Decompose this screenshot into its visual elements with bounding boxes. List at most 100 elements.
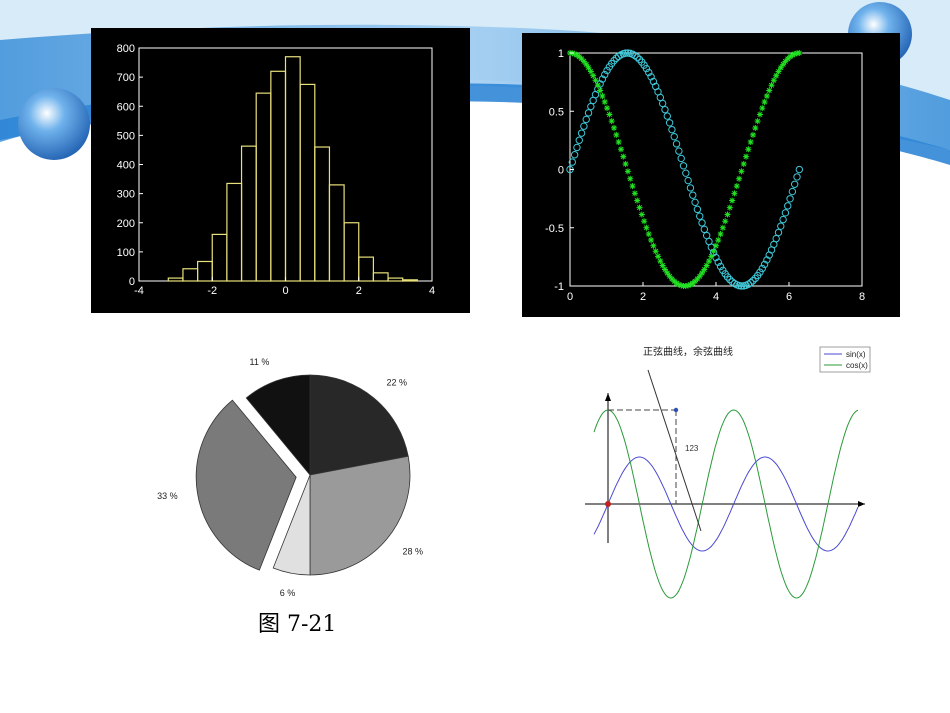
sin-marker <box>784 202 792 210</box>
sin-marker <box>580 122 588 130</box>
cos-marker <box>608 118 615 125</box>
cos-marker <box>622 160 629 167</box>
sin-marker <box>682 169 690 177</box>
cos-marker <box>761 98 768 105</box>
point-annotation-label: 123 <box>685 444 699 453</box>
pie-slice <box>309 455 411 576</box>
cos-marker <box>631 190 638 197</box>
cos-marker <box>611 124 618 131</box>
cos-marker <box>648 237 655 244</box>
sin-marker <box>689 191 697 199</box>
y-tick-label: 500 <box>117 130 135 142</box>
sine-cosine-line-chart: 123 正弦曲线，余弦曲线 sin(x) cos(x) <box>575 338 875 603</box>
cos-marker <box>606 111 613 118</box>
cos-marker <box>766 87 773 94</box>
y-tick-label: 200 <box>117 218 135 230</box>
cos-marker <box>652 248 659 255</box>
cos-marker <box>756 111 763 118</box>
cos-marker <box>624 168 631 175</box>
sin-marker <box>779 215 787 224</box>
sin-marker <box>700 225 709 234</box>
cos-marker <box>740 160 747 167</box>
histogram-bar <box>299 83 316 282</box>
histogram-chart: -4 -2 0 2 4 0 100 200 300 400 500 600 700 800 <box>91 28 470 313</box>
y-tick-label: 800 <box>117 43 135 55</box>
sin-marker <box>698 219 706 227</box>
pie-label: 33 % <box>157 491 178 501</box>
x-axis-arrow-icon <box>858 501 865 507</box>
cos-marker <box>613 131 620 138</box>
legend-label: cos(x) <box>846 361 868 370</box>
sin-marker <box>684 176 692 185</box>
cos-marker <box>715 237 722 244</box>
cos-marker <box>736 175 743 182</box>
cos-marker <box>763 93 770 100</box>
histogram-bar <box>240 145 257 282</box>
sin-marker <box>575 136 583 144</box>
sin-marker <box>672 140 681 148</box>
cos-marker <box>729 197 736 204</box>
sin-marker <box>661 105 669 114</box>
sin-marker <box>696 212 704 220</box>
cos-marker <box>738 168 745 175</box>
cos-marker <box>743 153 750 160</box>
sin-marker <box>570 151 579 159</box>
histogram-bar <box>314 146 331 282</box>
y-tick-label: 400 <box>117 160 135 172</box>
cos-marker <box>594 82 601 89</box>
cos-marker <box>638 211 645 218</box>
x-tick-label: -4 <box>134 285 144 297</box>
sin-marker <box>658 99 667 108</box>
cos-marker <box>754 118 761 125</box>
x-tick-label: 4 <box>429 285 435 297</box>
y-tick-label: -0.5 <box>545 223 564 235</box>
y-tick-label: 300 <box>117 189 135 201</box>
y-tick-label: 0.5 <box>549 106 564 118</box>
y-tick-label: -1 <box>554 281 564 293</box>
sin-marker <box>665 119 674 127</box>
sin-marker <box>774 228 783 237</box>
histogram-bar <box>211 233 228 282</box>
sin-marker <box>656 93 665 102</box>
pie-label: 11 % <box>249 357 269 367</box>
legend-label: sin(x) <box>846 350 866 359</box>
histogram-bar <box>343 222 360 282</box>
sin-marker <box>587 102 595 111</box>
sin-marker <box>793 173 801 181</box>
cos-marker <box>745 146 752 153</box>
cos-marker <box>759 105 766 112</box>
cos-marker <box>796 50 803 56</box>
cos-marker <box>645 231 652 238</box>
cos-marker <box>601 98 608 105</box>
cos-marker <box>599 93 606 100</box>
sin-marker <box>772 234 780 243</box>
cos-marker <box>650 242 657 249</box>
x-tick-label: 2 <box>640 291 646 303</box>
cos-marker <box>629 183 636 190</box>
cos-marker <box>717 231 724 238</box>
sin-marker <box>686 184 695 192</box>
sin-marker <box>795 165 804 174</box>
sin-marker <box>675 147 683 155</box>
sin-marker <box>790 180 799 188</box>
cos-marker <box>643 224 650 231</box>
y-tick-label: 0 <box>129 276 135 288</box>
cos-marker <box>722 218 729 225</box>
histogram-bar <box>328 184 345 282</box>
cos-marker <box>724 211 731 218</box>
x-tick-label: 0 <box>282 285 288 297</box>
sin-marker <box>679 162 688 170</box>
cos-marker <box>731 190 738 197</box>
pie-label: 6 % <box>280 588 296 598</box>
cos-marker <box>712 242 719 249</box>
cos-marker <box>641 218 648 225</box>
sin-marker <box>691 198 699 207</box>
cos-marker <box>752 124 759 131</box>
left-orb-icon <box>18 88 90 160</box>
x-tick-label: 0 <box>567 291 573 303</box>
sin-marker <box>781 209 790 217</box>
pie-chart: 22 % 28 % 6 % 33 % 11 % <box>150 335 425 607</box>
sin-marker <box>777 222 785 230</box>
sin-marker <box>582 115 590 124</box>
sin-marker <box>670 132 678 141</box>
